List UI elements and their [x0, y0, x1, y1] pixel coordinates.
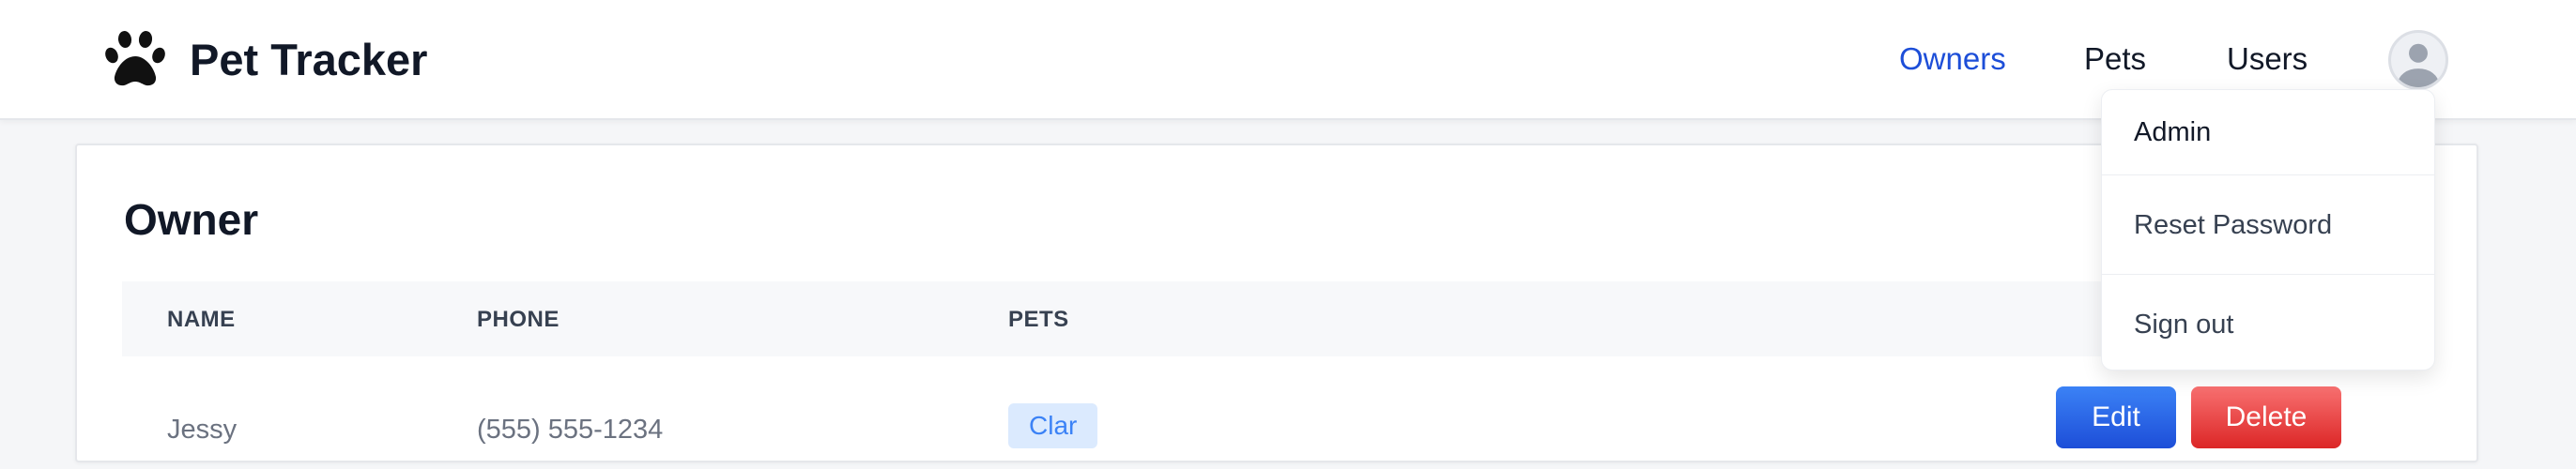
brand[interactable]: Pet Tracker	[105, 28, 427, 90]
column-header-name: NAME	[167, 307, 236, 332]
owner-name: Jessy	[167, 415, 238, 445]
user-dropdown-menu: Admin Reset Password Sign out	[2101, 89, 2435, 371]
menu-item-reset-password[interactable]: Reset Password	[2102, 174, 2434, 274]
table-row: Jessy (555) 555-1234 Clar Edit Delete	[122, 356, 2413, 469]
menu-item-sign-out[interactable]: Sign out	[2102, 274, 2434, 371]
nav-link-pets[interactable]: Pets	[2084, 41, 2146, 77]
pet-chip[interactable]: Clar	[1008, 403, 1098, 448]
paw-icon	[105, 31, 165, 86]
delete-button[interactable]: Delete	[2191, 386, 2341, 448]
menu-item-admin[interactable]: Admin	[2102, 90, 2434, 174]
table-header: NAME PHONE PETS	[122, 281, 2413, 356]
owner-phone: (555) 555-1234	[477, 415, 664, 445]
user-avatar-button[interactable]	[2388, 30, 2448, 90]
app-title: Pet Tracker	[190, 34, 428, 84]
nav-link-users[interactable]: Users	[2227, 41, 2308, 77]
page-title: Owner	[124, 195, 259, 244]
user-avatar-icon	[2398, 43, 2439, 87]
column-header-pets: PETS	[1008, 307, 1069, 332]
nav-link-owners[interactable]: Owners	[1899, 41, 2006, 77]
edit-button[interactable]: Edit	[2056, 386, 2176, 448]
column-header-phone: PHONE	[477, 307, 560, 332]
